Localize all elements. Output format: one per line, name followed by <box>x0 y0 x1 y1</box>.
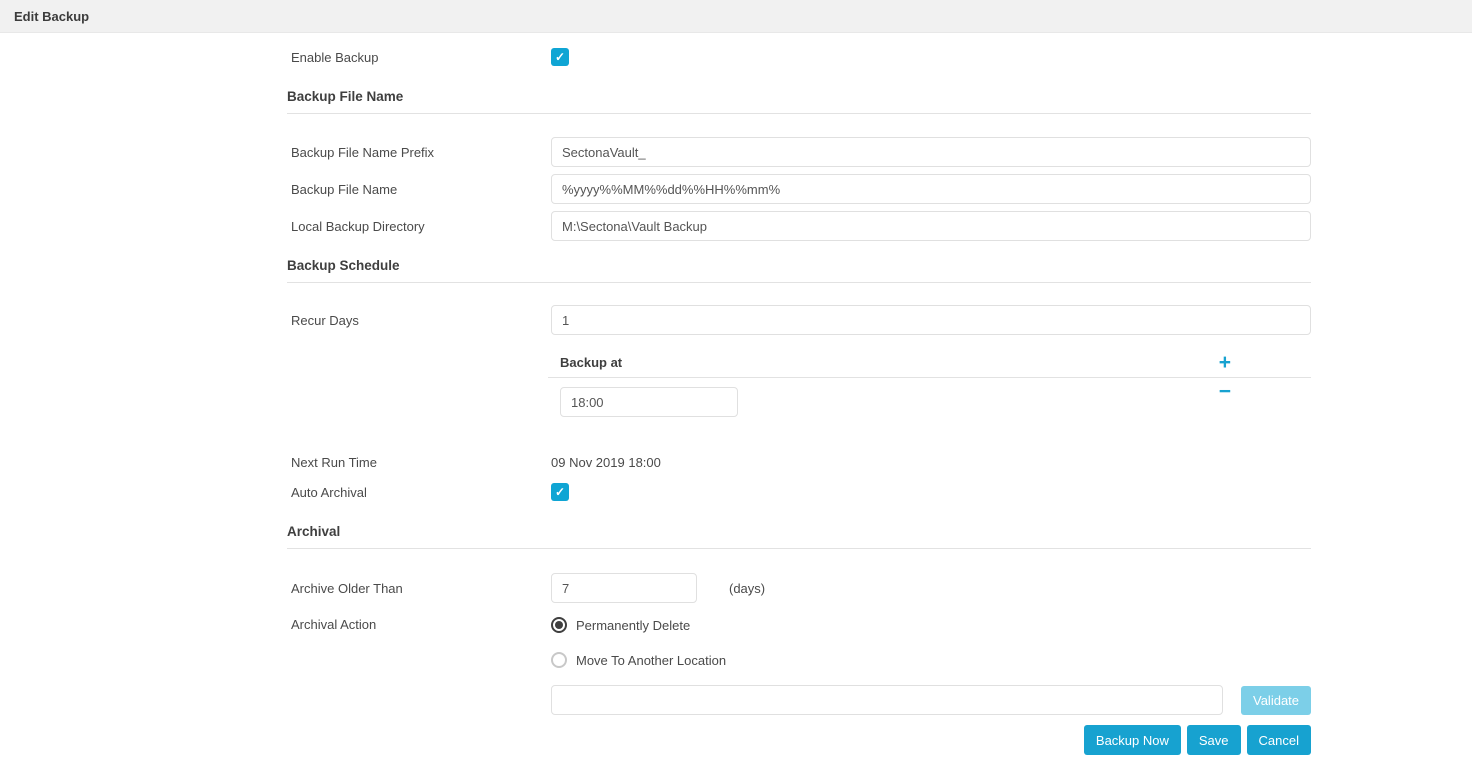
next-run-time-value: 09 Nov 2019 18:00 <box>551 455 661 470</box>
archive-older-than-row: Archive Older Than (days) <box>287 573 1311 603</box>
backup-file-name-label: Backup File Name <box>287 182 551 197</box>
cancel-button[interactable]: Cancel <box>1247 725 1311 755</box>
backup-file-name-row: Backup File Name <box>287 174 1311 204</box>
backup-at-row: Backup at + − <box>287 347 1311 417</box>
archival-action-label: Archival Action <box>287 613 551 632</box>
local-backup-directory-label: Local Backup Directory <box>287 219 551 234</box>
section-divider <box>287 113 1311 114</box>
enable-backup-label: Enable Backup <box>287 50 551 65</box>
archive-older-than-input[interactable] <box>551 573 697 603</box>
auto-archival-label: Auto Archival <box>287 485 551 500</box>
backup-at-label: Backup at <box>560 355 622 370</box>
section-archival: Archival <box>287 524 1311 549</box>
radio-selected-icon <box>551 617 567 633</box>
backup-file-name-prefix-input[interactable] <box>551 137 1311 167</box>
check-icon: ✓ <box>555 51 565 63</box>
edit-backup-form: Enable Backup ✓ Backup File Name Backup … <box>287 45 1311 755</box>
radio-option-label: Permanently Delete <box>576 618 690 633</box>
next-run-time-label: Next Run Time <box>287 455 551 470</box>
form-actions: Backup Now Save Cancel <box>287 725 1311 755</box>
next-run-time-row: Next Run Time 09 Nov 2019 18:00 <box>287 450 1311 474</box>
section-title-backup-schedule: Backup Schedule <box>287 258 1311 273</box>
backup-file-name-prefix-label: Backup File Name Prefix <box>287 145 551 160</box>
save-button[interactable]: Save <box>1187 725 1241 755</box>
section-title-backup-file-name: Backup File Name <box>287 89 1311 104</box>
recur-days-input[interactable] <box>551 305 1311 335</box>
add-backup-time-button[interactable]: + <box>1219 352 1231 373</box>
check-icon: ✓ <box>555 486 565 498</box>
section-divider <box>287 282 1311 283</box>
page-header: Edit Backup <box>0 0 1472 33</box>
section-title-archival: Archival <box>287 524 1311 539</box>
validate-row: Validate <box>287 685 1311 715</box>
radio-option-move-to-another-location[interactable]: Move To Another Location <box>551 648 1311 672</box>
recur-days-row: Recur Days <box>287 305 1311 335</box>
section-backup-file-name: Backup File Name <box>287 89 1311 114</box>
validate-button[interactable]: Validate <box>1241 686 1311 715</box>
backup-file-name-prefix-row: Backup File Name Prefix <box>287 137 1311 167</box>
backup-file-name-input[interactable] <box>551 174 1311 204</box>
backup-at-divider <box>548 377 1311 378</box>
enable-backup-row: Enable Backup ✓ <box>287 45 1311 69</box>
remove-backup-time-button[interactable]: − <box>1219 381 1231 402</box>
archive-older-than-label: Archive Older Than <box>287 581 551 596</box>
section-divider <box>287 548 1311 549</box>
move-location-input <box>551 685 1223 715</box>
backup-time-input[interactable] <box>560 387 738 417</box>
page-title: Edit Backup <box>14 9 89 24</box>
auto-archival-checkbox[interactable]: ✓ <box>551 483 569 501</box>
enable-backup-checkbox[interactable]: ✓ <box>551 48 569 66</box>
radio-unselected-icon <box>551 652 567 668</box>
local-backup-directory-row: Local Backup Directory <box>287 211 1311 241</box>
recur-days-label: Recur Days <box>287 313 551 328</box>
archive-older-than-unit: (days) <box>729 581 765 596</box>
archival-action-row: Archival Action Permanently Delete Move … <box>287 613 1311 672</box>
backup-time-row: − <box>551 387 1311 417</box>
backup-now-button[interactable]: Backup Now <box>1084 725 1181 755</box>
auto-archival-row: Auto Archival ✓ <box>287 480 1311 504</box>
local-backup-directory-input[interactable] <box>551 211 1311 241</box>
backup-at-header: Backup at + <box>551 347 1311 377</box>
section-backup-schedule: Backup Schedule <box>287 258 1311 283</box>
radio-option-label: Move To Another Location <box>576 653 726 668</box>
radio-option-permanently-delete[interactable]: Permanently Delete <box>551 613 1311 637</box>
